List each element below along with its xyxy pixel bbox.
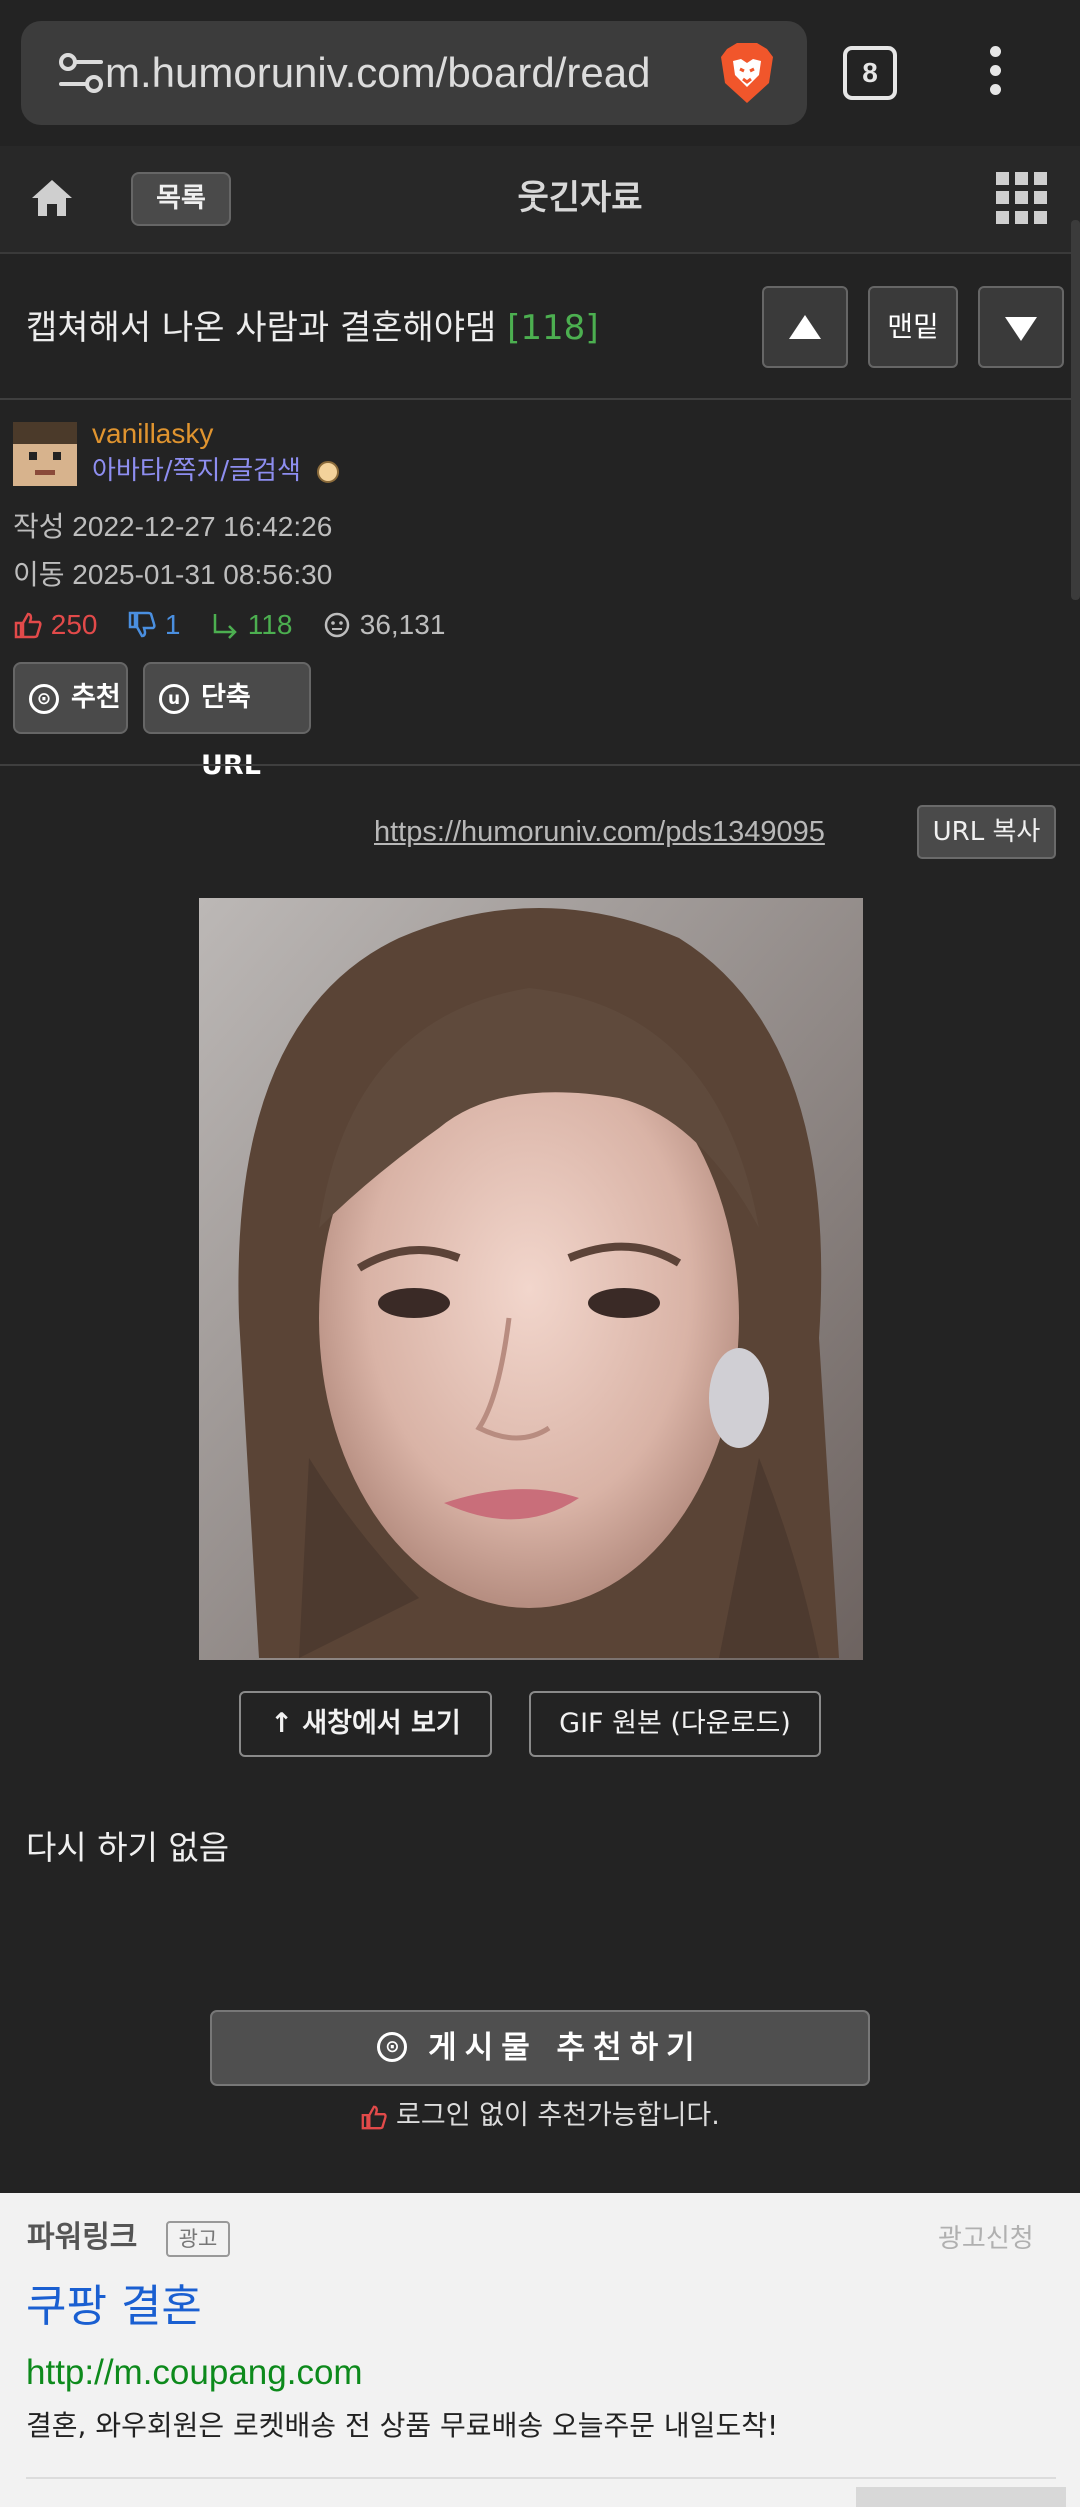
site-settings-icon[interactable] [57, 51, 105, 95]
thumbs-up-icon [14, 612, 42, 638]
short-url-circle-icon: u [159, 684, 189, 714]
thumbs-up-icon [361, 2105, 387, 2129]
recommend-note: 로그인 없이 추천가능합니다. [360, 2094, 740, 2138]
written-date: 작성 2022-12-27 16:42:26 [13, 511, 333, 542]
browser-menu-icon[interactable] [980, 46, 1010, 102]
ad-request-link[interactable]: 광고신청 [938, 2219, 1034, 2259]
recommend-button[interactable]: ⊙ 추천 [13, 662, 128, 734]
grid-menu-icon[interactable] [996, 172, 1048, 224]
view-count: 36,131 [359, 608, 446, 640]
ad-link[interactable]: http://m.coupang.com [26, 2349, 363, 2397]
list-button[interactable]: 목록 [131, 172, 231, 226]
scroll-top-button[interactable] [762, 286, 848, 368]
arrow-down-icon [1005, 317, 1037, 341]
divider [0, 764, 1080, 766]
user-level-icon [317, 460, 340, 483]
url-text[interactable]: m.humoruniv.com/board/read [105, 45, 705, 101]
ad-title[interactable]: 쿠팡 결혼 [26, 2277, 202, 2337]
home-icon[interactable] [28, 174, 76, 222]
post-stats: 250 1 118 36,131 [13, 603, 445, 643]
recommend-circle-icon: ⊙ [377, 2031, 408, 2062]
url-copy-button[interactable]: URL 복사 [917, 805, 1056, 859]
post-image[interactable] [199, 898, 863, 1660]
post-title: 캡쳐해서 나온 사람과 결혼해야댐 [118] [26, 300, 746, 356]
post-title-row: 캡쳐해서 나온 사람과 결혼해야댐 [118] 맨밑 [0, 256, 1080, 400]
recommend-note-text: 로그인 없이 추천가능합니다. [396, 2100, 720, 2131]
ad-description[interactable]: 결혼, 와우회원은 로켓배송 전 상품 무료배송 오늘주문 내일도착! [26, 2405, 778, 2447]
view-icon [324, 612, 350, 637]
author-links: 아바타/쪽지/글검색 [92, 454, 340, 488]
ad-brand: 파워링크 [27, 2220, 138, 2255]
author-name[interactable]: vanillasky [92, 416, 213, 452]
post-short-url[interactable]: https://humoruniv.com/pds1349095 [374, 810, 825, 854]
like-count: 250 [50, 608, 98, 640]
author-links-text[interactable]: 아바타/쪽지/글검색 [92, 456, 301, 486]
tab-switcher-button[interactable]: 8 [843, 46, 897, 100]
ad-thumbnail[interactable] [856, 2487, 1066, 2507]
recommend-post-button[interactable]: ⊙ 게시물 추천하기 [210, 2010, 870, 2086]
recommend-circle-icon: ⊙ [29, 684, 59, 714]
open-new-window-button[interactable]: ↑ 새창에서 보기 [239, 1691, 492, 1757]
post-body-text: 다시 하기 없음 [26, 1828, 230, 1867]
short-url-button[interactable]: u 단축URL [143, 662, 311, 781]
post-title-text: 캡쳐해서 나온 사람과 결혼해야댐 [26, 308, 497, 348]
powerlink-ad: 파워링크 광고 광고신청 쿠팡 결혼 http://m.coupang.com … [0, 2193, 1080, 2507]
address-bar[interactable]: m.humoruniv.com/board/read [21, 21, 807, 125]
recommend-label: 추천 [71, 682, 121, 713]
brave-shield-icon[interactable] [713, 39, 781, 107]
ad-tag: 광고 [166, 2221, 230, 2257]
page-scrollbar[interactable] [1071, 220, 1080, 600]
moved-date: 이동 2025-01-31 08:56:30 [13, 559, 333, 590]
site-header: 목록 웃긴자료 [0, 146, 1080, 254]
reply-icon [213, 613, 237, 639]
comment-count[interactable]: [118] [507, 308, 598, 348]
ad-divider [26, 2477, 1056, 2479]
scroll-bottom-button[interactable]: 맨밑 [868, 286, 958, 368]
next-post-button[interactable] [978, 286, 1064, 368]
thumbs-down-icon [128, 611, 156, 637]
board-title[interactable]: 웃긴자료 [380, 168, 780, 228]
gif-download-button[interactable]: GIF 원본 (다운로드) [529, 1691, 821, 1757]
browser-toolbar: m.humoruniv.com/board/read 8 [0, 0, 1080, 146]
arrow-up-icon [789, 315, 821, 339]
dislike-count: 1 [164, 608, 181, 640]
reply-count: 118 [247, 608, 293, 640]
author-avatar[interactable] [13, 422, 77, 486]
recommend-post-label: 게시물 추천하기 [428, 2030, 703, 2066]
short-url-label: 단축URL [201, 682, 261, 781]
